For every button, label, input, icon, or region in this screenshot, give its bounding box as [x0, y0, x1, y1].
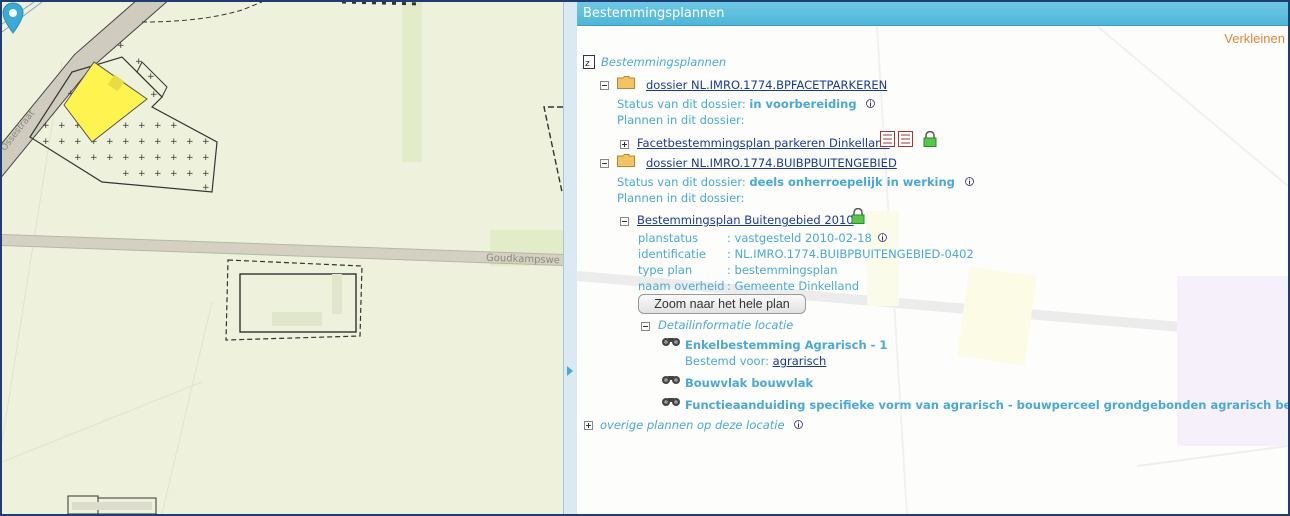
dossier1-status-label: Status van dit dossier:	[617, 97, 746, 111]
prop-value-planstatus: : vastgesteld 2010-02-18	[727, 231, 872, 245]
svg-text:+: +	[58, 137, 66, 147]
svg-text:+: +	[202, 183, 210, 193]
dossier2-status-row: Status van dit dossier: deels onherroepe…	[617, 175, 974, 189]
map-view[interactable]: + + + + + + + + + + + + + + + + + + + + + + + + + + + + + + + + + + + …	[2, 2, 563, 514]
info-icon[interactable]	[878, 232, 888, 243]
plan-documents-icon[interactable]	[880, 131, 914, 147]
svg-text:+: +	[170, 137, 178, 147]
svg-text:+: +	[138, 137, 146, 147]
expand-plan1-toggle[interactable]	[620, 140, 629, 149]
svg-text:+: +	[154, 153, 162, 163]
prop-key-type-plan: type plan	[638, 263, 693, 277]
lock-icon	[923, 131, 937, 147]
info-icon[interactable]	[866, 98, 876, 109]
svg-text:+: +	[106, 153, 114, 163]
detail-item1-sub-link[interactable]: agrarisch	[773, 354, 827, 368]
dossier2-status-label: Status van dit dossier:	[617, 175, 746, 189]
dossier1-status-value: in voorbereiding	[749, 97, 857, 111]
info-panel: Bestemmingsplannen Verkleinen z Bestemmi…	[577, 2, 1288, 514]
svg-text:+: +	[170, 169, 178, 179]
svg-text:+: +	[186, 137, 194, 147]
svg-text:+: +	[170, 121, 178, 131]
app-window: + + + + + + + + + + + + + + + + + + + + + + + + + + + + + + + + + + + …	[0, 0, 1290, 516]
other-plans-row: overige plannen op deze locatie	[600, 418, 804, 432]
prop-value-type-plan: : bestemmingsplan	[727, 263, 838, 277]
svg-text:+: +	[154, 121, 162, 131]
collapse-dossier2-toggle[interactable]	[600, 159, 609, 168]
collapse-dossier1-toggle[interactable]	[600, 81, 609, 90]
info-icon[interactable]	[964, 176, 974, 187]
svg-text:+: +	[138, 169, 146, 179]
svg-text:+: +	[122, 137, 130, 147]
svg-text:+: +	[170, 153, 178, 163]
svg-text:+: +	[154, 137, 162, 147]
folder-icon	[617, 76, 635, 89]
dossier1-link[interactable]: dossier NL.IMRO.1774.BPFACETPARKEREN	[646, 78, 887, 92]
detail-item1-title[interactable]: Enkelbestemming Agrarisch - 1	[685, 338, 887, 352]
lock-icon	[851, 208, 865, 224]
collapse-plan2-toggle[interactable]	[620, 217, 629, 226]
binoculars-icon[interactable]	[661, 373, 681, 385]
svg-text:+: +	[202, 137, 210, 147]
svg-text:+: +	[186, 169, 194, 179]
dossier1-status-row: Status van dit dossier: in voorbereiding	[617, 97, 876, 111]
plan1-link[interactable]: Facetbestemmingsplan parkeren Dinkelland	[637, 136, 890, 150]
prop-value-naam-overheid: : Gemeente Dinkelland	[727, 279, 860, 293]
binoculars-icon[interactable]	[661, 395, 681, 407]
dossier2-status-value: deels onherroepelijk in werking	[749, 175, 955, 189]
dossier2-link[interactable]: dossier NL.IMRO.1774.BUIBPBUITENGEBIED	[646, 156, 897, 170]
plan2-link[interactable]: Bestemmingsplan Buitengebied 2010	[637, 213, 854, 227]
svg-text:+: +	[122, 121, 130, 131]
collapse-detail-toggle[interactable]	[641, 322, 650, 331]
document-icon: z	[583, 55, 595, 69]
svg-text:+: +	[122, 153, 130, 163]
detail-item1-sub-label: Bestemd voor:	[685, 354, 769, 368]
svg-text:+: +	[150, 90, 158, 100]
binoculars-icon[interactable]	[661, 335, 681, 347]
plans-tree: z Bestemmingsplannen dossier NL.IMRO.177…	[577, 2, 1288, 514]
svg-text:+: +	[42, 137, 50, 147]
detail-item2-title[interactable]: Bouwvlak bouwvlak	[685, 376, 813, 390]
prop-key-identificatie: identificatie	[638, 247, 706, 261]
detail-item3-title[interactable]: Functieaanduiding specifieke vorm van ag…	[685, 398, 1288, 412]
map-canvas[interactable]: +++ + + + + + + + + + + + + + + + + + + + + + + + + + + + + + + + + …	[2, 2, 563, 514]
svg-text:+: +	[117, 41, 125, 51]
expand-other-plans-toggle[interactable]	[584, 421, 593, 430]
svg-text:+: +	[202, 169, 210, 179]
svg-text:+: +	[74, 137, 82, 147]
panel-splitter[interactable]	[563, 2, 578, 514]
svg-text:+: +	[122, 169, 130, 179]
expand-arrow-icon[interactable]	[567, 366, 573, 376]
dossier2-plans-label: Plannen in dit dossier:	[617, 191, 745, 205]
svg-text:+: +	[106, 137, 114, 147]
dossier1-plans-label: Plannen in dit dossier:	[617, 113, 745, 127]
prop-key-planstatus: planstatus	[638, 231, 699, 245]
detail-info-label: Detailinformatie locatie	[658, 318, 794, 332]
svg-text:+: +	[202, 153, 210, 163]
svg-text:+: +	[42, 121, 50, 131]
prop-row-planstatus: : vastgesteld 2010-02-18	[727, 231, 888, 245]
svg-text:+: +	[58, 121, 66, 131]
location-marker-icon[interactable]	[2, 2, 24, 34]
svg-text:+: +	[154, 169, 162, 179]
prop-key-naam-overheid: naam overheid	[638, 279, 725, 293]
svg-text:+: +	[186, 153, 194, 163]
svg-text:+: +	[135, 57, 143, 67]
svg-text:+: +	[74, 153, 82, 163]
detail-item1-sub-row: Bestemd voor: agrarisch	[685, 354, 826, 368]
info-icon[interactable]	[794, 419, 804, 430]
svg-text:+: +	[147, 72, 155, 82]
other-plans-label[interactable]: overige plannen op deze locatie	[600, 418, 785, 432]
tree-root-label: Bestemmingsplannen	[601, 55, 727, 69]
svg-text:+: +	[138, 153, 146, 163]
svg-text:+: +	[138, 121, 146, 131]
svg-text:+: +	[90, 153, 98, 163]
zoom-to-plan-button[interactable]: Zoom naar het hele plan	[638, 294, 806, 314]
prop-value-identificatie: : NL.IMRO.1774.BUIBPBUITENGEBIED-0402	[727, 247, 974, 261]
svg-text:z: z	[585, 59, 590, 69]
folder-icon	[617, 154, 635, 167]
